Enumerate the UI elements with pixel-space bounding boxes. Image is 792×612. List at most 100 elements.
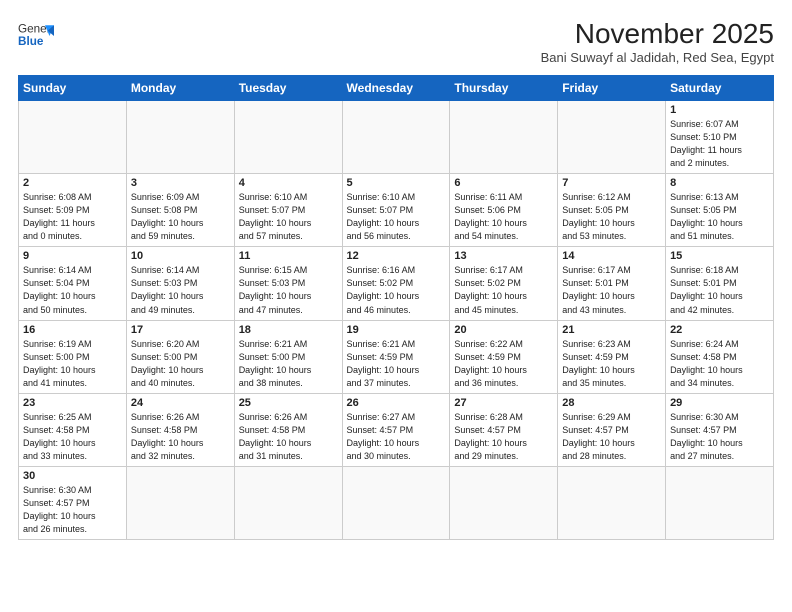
day-number: 19 [347,324,446,336]
day-number: 6 [454,177,553,189]
calendar-cell [450,101,558,174]
day-number: 15 [670,250,769,262]
day-info: Sunrise: 6:30 AM Sunset: 4:57 PM Dayligh… [23,484,122,536]
calendar-week-6: 30Sunrise: 6:30 AM Sunset: 4:57 PM Dayli… [19,466,774,539]
col-header-thursday: Thursday [450,76,558,101]
day-number: 21 [562,324,661,336]
day-number: 18 [239,324,338,336]
day-number: 26 [347,397,446,409]
day-info: Sunrise: 6:24 AM Sunset: 4:58 PM Dayligh… [670,338,769,390]
location: Bani Suwayf al Jadidah, Red Sea, Egypt [541,50,774,65]
day-info: Sunrise: 6:22 AM Sunset: 4:59 PM Dayligh… [454,338,553,390]
day-number: 9 [23,250,122,262]
calendar-cell: 12Sunrise: 6:16 AM Sunset: 5:02 PM Dayli… [342,247,450,320]
col-header-sunday: Sunday [19,76,127,101]
day-info: Sunrise: 6:12 AM Sunset: 5:05 PM Dayligh… [562,191,661,243]
calendar-cell: 28 Sunrise: 6:29 AM Sunset: 4:57 PM Dayli… [558,393,666,466]
day-info: Sunrise: 6:08 AM Sunset: 5:09 PM Dayligh… [23,191,122,243]
day-number: 22 [670,324,769,336]
day-number: 29 [670,397,769,409]
header: General Blue November 2025 Bani Suwayf a… [18,18,774,65]
day-info: Sunrise: 6:14 AM Sunset: 5:03 PM Dayligh… [131,264,230,316]
calendar-week-2: 2 Sunrise: 6:08 AM Sunset: 5:09 PM Daylig… [19,174,774,247]
calendar-cell: 15 Sunrise: 6:18 AM Sunset: 5:01 PM Dayli… [666,247,774,320]
day-number: 11 [239,250,338,262]
col-header-monday: Monday [126,76,234,101]
day-info: Sunrise: 6:17 AM Sunset: 5:01 PM Dayligh… [562,264,661,316]
day-info: Sunrise: 6:09 AM Sunset: 5:08 PM Dayligh… [131,191,230,243]
col-header-saturday: Saturday [666,76,774,101]
day-info: Sunrise: 6:16 AM Sunset: 5:02 PM Dayligh… [347,264,446,316]
day-number: 2 [23,177,122,189]
day-number: 27 [454,397,553,409]
day-number: 1 [670,104,769,116]
calendar-cell: 9 Sunrise: 6:14 AM Sunset: 5:04 PM Daylig… [19,247,127,320]
calendar-cell: 23 Sunrise: 6:25 AM Sunset: 4:58 PM Dayli… [19,393,127,466]
calendar-cell: 19 Sunrise: 6:21 AM Sunset: 4:59 PM Dayli… [342,320,450,393]
col-header-wednesday: Wednesday [342,76,450,101]
day-number: 24 [131,397,230,409]
svg-text:Blue: Blue [18,35,44,48]
calendar-cell: 4Sunrise: 6:10 AM Sunset: 5:07 PM Daylig… [234,174,342,247]
col-header-friday: Friday [558,76,666,101]
calendar-cell [234,101,342,174]
day-info: Sunrise: 6:15 AM Sunset: 5:03 PM Dayligh… [239,264,338,316]
day-number: 7 [562,177,661,189]
calendar-cell [234,466,342,539]
calendar-cell: 10 Sunrise: 6:14 AM Sunset: 5:03 PM Dayli… [126,247,234,320]
day-info: Sunrise: 6:14 AM Sunset: 5:04 PM Dayligh… [23,264,122,316]
calendar-week-4: 16Sunrise: 6:19 AM Sunset: 5:00 PM Dayli… [19,320,774,393]
calendar-cell: 16Sunrise: 6:19 AM Sunset: 5:00 PM Dayli… [19,320,127,393]
day-info: Sunrise: 6:18 AM Sunset: 5:01 PM Dayligh… [670,264,769,316]
day-info: Sunrise: 6:26 AM Sunset: 4:58 PM Dayligh… [131,411,230,463]
logo: General Blue [18,18,54,54]
calendar-cell: 13 Sunrise: 6:17 AM Sunset: 5:02 PM Dayli… [450,247,558,320]
calendar-cell: 6Sunrise: 6:11 AM Sunset: 5:06 PM Daylig… [450,174,558,247]
calendar-cell: 1 Sunrise: 6:07 AM Sunset: 5:10 PM Daylig… [666,101,774,174]
day-info: Sunrise: 6:21 AM Sunset: 5:00 PM Dayligh… [239,338,338,390]
day-number: 10 [131,250,230,262]
day-info: Sunrise: 6:25 AM Sunset: 4:58 PM Dayligh… [23,411,122,463]
day-info: Sunrise: 6:20 AM Sunset: 5:00 PM Dayligh… [131,338,230,390]
calendar-cell: 14 Sunrise: 6:17 AM Sunset: 5:01 PM Dayli… [558,247,666,320]
day-info: Sunrise: 6:19 AM Sunset: 5:00 PM Dayligh… [23,338,122,390]
day-number: 25 [239,397,338,409]
day-info: Sunrise: 6:10 AM Sunset: 5:07 PM Dayligh… [347,191,446,243]
day-number: 28 [562,397,661,409]
calendar-cell [19,101,127,174]
calendar-cell: 22 Sunrise: 6:24 AM Sunset: 4:58 PM Dayli… [666,320,774,393]
day-info: Sunrise: 6:21 AM Sunset: 4:59 PM Dayligh… [347,338,446,390]
calendar-cell [450,466,558,539]
calendar-cell: 21Sunrise: 6:23 AM Sunset: 4:59 PM Dayli… [558,320,666,393]
day-number: 17 [131,324,230,336]
day-info: Sunrise: 6:17 AM Sunset: 5:02 PM Dayligh… [454,264,553,316]
calendar-cell [342,101,450,174]
day-number: 3 [131,177,230,189]
calendar-cell: 18 Sunrise: 6:21 AM Sunset: 5:00 PM Dayli… [234,320,342,393]
calendar-cell [558,101,666,174]
calendar-cell: 29 Sunrise: 6:30 AM Sunset: 4:57 PM Dayli… [666,393,774,466]
calendar-cell: 8Sunrise: 6:13 AM Sunset: 5:05 PM Daylig… [666,174,774,247]
calendar-cell: 5Sunrise: 6:10 AM Sunset: 5:07 PM Daylig… [342,174,450,247]
calendar-cell: 25Sunrise: 6:26 AM Sunset: 4:58 PM Dayli… [234,393,342,466]
calendar-cell: 2 Sunrise: 6:08 AM Sunset: 5:09 PM Daylig… [19,174,127,247]
calendar-cell: 24 Sunrise: 6:26 AM Sunset: 4:58 PM Dayli… [126,393,234,466]
page: General Blue November 2025 Bani Suwayf a… [0,0,792,612]
day-info: Sunrise: 6:07 AM Sunset: 5:10 PM Dayligh… [670,118,769,170]
calendar-header-row: SundayMondayTuesdayWednesdayThursdayFrid… [19,76,774,101]
calendar-cell [126,101,234,174]
calendar-cell: 7 Sunrise: 6:12 AM Sunset: 5:05 PM Daylig… [558,174,666,247]
calendar-cell [558,466,666,539]
day-number: 23 [23,397,122,409]
calendar-cell [126,466,234,539]
calendar-cell: 20Sunrise: 6:22 AM Sunset: 4:59 PM Dayli… [450,320,558,393]
day-number: 4 [239,177,338,189]
calendar-cell [342,466,450,539]
calendar-week-1: 1 Sunrise: 6:07 AM Sunset: 5:10 PM Daylig… [19,101,774,174]
day-number: 14 [562,250,661,262]
day-info: Sunrise: 6:29 AM Sunset: 4:57 PM Dayligh… [562,411,661,463]
day-number: 13 [454,250,553,262]
day-info: Sunrise: 6:30 AM Sunset: 4:57 PM Dayligh… [670,411,769,463]
col-header-tuesday: Tuesday [234,76,342,101]
calendar-cell: 3 Sunrise: 6:09 AM Sunset: 5:08 PM Daylig… [126,174,234,247]
